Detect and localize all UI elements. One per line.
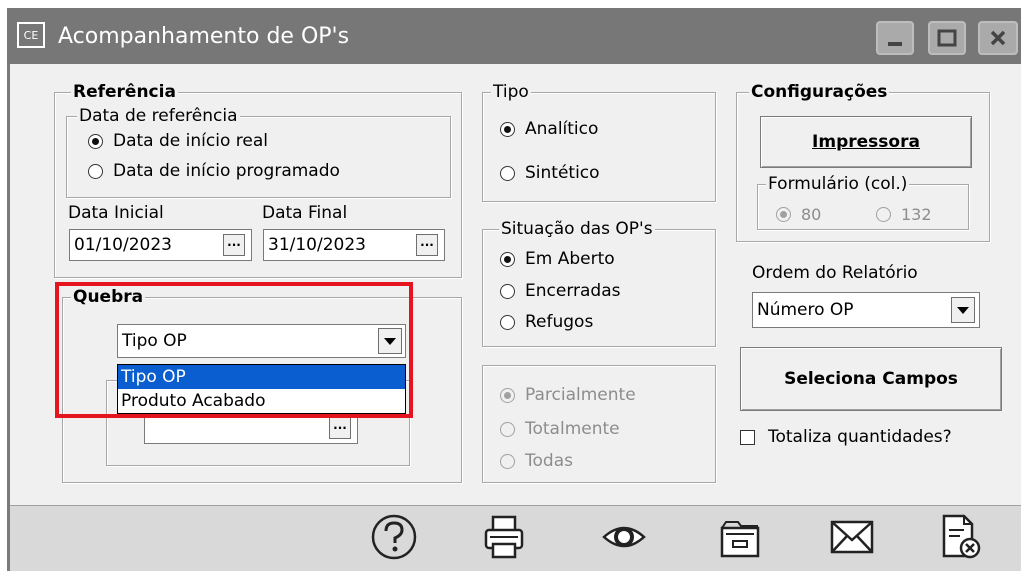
quebra-select[interactable]: Tipo OP [117, 324, 406, 358]
radio-indicator [876, 207, 891, 222]
radio-label: Sintético [525, 163, 600, 183]
maximize-icon [937, 29, 957, 47]
email-icon[interactable] [826, 512, 878, 562]
radio-formulario-80[interactable]: 80 [776, 205, 821, 224]
radio-formulario-132[interactable]: 132 [876, 205, 932, 224]
tipo-legend: Tipo [491, 82, 531, 102]
cancel-document-icon[interactable] [934, 512, 986, 562]
seleciona-campos-button[interactable]: Seleciona Campos [740, 347, 1002, 411]
configuracoes-legend: Configurações [749, 82, 890, 102]
radio-data-inicio-programado[interactable]: Data de início programado [88, 161, 340, 181]
minimize-button[interactable] [876, 21, 914, 55]
chevron-down-icon [384, 337, 396, 345]
referencia-legend: Referência [71, 82, 178, 102]
radio-label: Parcialmente [525, 385, 636, 405]
ordem-relatorio-value: Número OP [757, 300, 854, 320]
ordem-dropdown-button[interactable] [951, 297, 975, 323]
window-title: Acompanhamento de OP's [58, 24, 350, 49]
ellipsis-icon: ··· [420, 238, 434, 252]
data-inicial-label: Data Inicial [68, 203, 164, 223]
totaliza-checkbox[interactable] [740, 430, 755, 445]
radio-label: Em Aberto [525, 249, 615, 269]
radio-label: 80 [801, 205, 822, 224]
impressora-button[interactable]: Impressora [760, 116, 972, 168]
radio-parcialmente[interactable]: Parcialmente [500, 385, 636, 405]
data-final-value: 31/10/2023 [268, 235, 366, 255]
radio-label: Data de início programado [113, 161, 340, 181]
radio-indicator [500, 453, 515, 469]
data-referencia-legend: Data de referência [77, 106, 240, 126]
ellipsis-icon: ··· [333, 421, 347, 435]
app-icon[interactable]: CE [17, 22, 45, 48]
dropdown-option-produto-acabado[interactable]: Produto Acabado [118, 389, 405, 413]
quebra-sub-picker-button[interactable]: ··· [329, 417, 351, 439]
impressora-label: Impressora [812, 132, 920, 152]
radio-indicator [500, 421, 515, 437]
data-final-label: Data Final [262, 203, 348, 223]
radio-indicator [500, 387, 515, 403]
radio-label: Refugos [525, 312, 594, 332]
seleciona-campos-label: Seleciona Campos [784, 369, 958, 389]
radio-label: Analítico [525, 119, 599, 139]
radio-sintetico[interactable]: Sintético [500, 163, 600, 183]
radio-indicator [500, 251, 515, 267]
radio-analitico[interactable]: Analítico [500, 119, 598, 139]
radio-encerradas[interactable]: Encerradas [500, 281, 620, 301]
help-icon[interactable] [368, 512, 420, 562]
radio-label: 132 [901, 205, 932, 224]
app-icon-text: CE [23, 28, 39, 42]
data-inicial-picker-button[interactable]: ··· [223, 234, 245, 256]
data-inicial-value: 01/10/2023 [74, 235, 172, 255]
ellipsis-icon: ··· [227, 238, 241, 252]
radio-indicator [500, 121, 515, 137]
radio-indicator [500, 283, 515, 299]
dropdown-option-tipo-op[interactable]: Tipo OP [118, 365, 405, 389]
quebra-dropdown-button[interactable] [378, 328, 402, 354]
radio-indicator [776, 207, 791, 222]
radio-label: Encerradas [525, 281, 621, 301]
radio-indicator [88, 163, 103, 179]
chevron-down-icon [957, 306, 969, 314]
situacao-legend: Situação das OP's [499, 219, 655, 239]
data-final-picker-button[interactable]: ··· [416, 234, 438, 256]
print-icon[interactable] [478, 512, 530, 562]
close-button[interactable] [978, 21, 1018, 55]
quebra-dropdown-list: Tipo OP Produto Acabado [117, 364, 406, 414]
ordem-relatorio-label: Ordem do Relatório [752, 263, 918, 283]
radio-label: Totalmente [525, 419, 620, 439]
radio-totalmente[interactable]: Totalmente [500, 419, 620, 439]
quebra-selected-value: Tipo OP [122, 331, 187, 351]
totaliza-label: Totaliza quantidades? [768, 427, 952, 447]
data-referencia-group: Data de referência [66, 106, 451, 198]
tipo-group: Tipo [482, 82, 716, 202]
formulario-legend: Formulário (col.) [766, 174, 910, 194]
radio-indicator [500, 314, 515, 330]
radio-label: Todas [525, 451, 573, 471]
quebra-legend: Quebra [71, 287, 146, 307]
radio-todas[interactable]: Todas [500, 451, 573, 471]
preview-icon[interactable] [598, 512, 650, 562]
minimize-icon [888, 42, 902, 46]
ordem-relatorio-select[interactable]: Número OP [752, 292, 980, 328]
radio-indicator [500, 165, 515, 181]
quebra-sub-input[interactable] [144, 412, 358, 444]
radio-refugos[interactable]: Refugos [500, 312, 593, 332]
radio-em-aberto[interactable]: Em Aberto [500, 249, 615, 269]
folder-icon[interactable] [714, 512, 766, 562]
radio-indicator [88, 133, 103, 149]
close-icon [990, 30, 1006, 46]
maximize-button[interactable] [928, 21, 966, 55]
radio-data-inicio-real[interactable]: Data de início real [88, 131, 268, 151]
radio-label: Data de início real [113, 131, 268, 151]
